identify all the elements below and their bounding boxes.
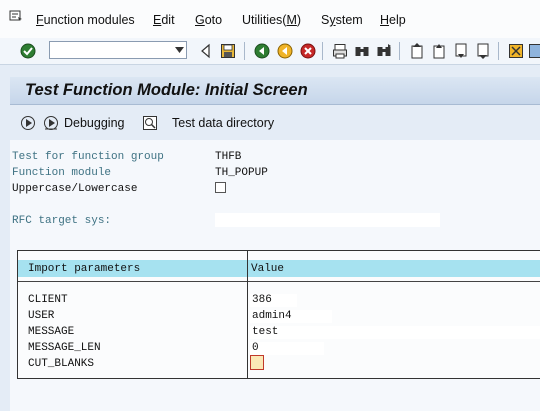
param-name-user: USER — [28, 310, 55, 322]
test-data-directory-label: Test data directory — [172, 116, 275, 130]
save-icon[interactable] — [220, 43, 236, 59]
cancel-icon[interactable] — [300, 43, 316, 59]
main-content: Test for function group THFB Function mo… — [10, 140, 540, 411]
test-data-icon — [143, 116, 157, 130]
title-bar: Test Function Module: Initial Screen — [10, 77, 540, 105]
command-field[interactable] — [49, 41, 187, 59]
header-import-parameters: Import parameters — [28, 263, 141, 275]
layout-menu-icon[interactable] — [528, 43, 540, 59]
debug-icon — [44, 116, 58, 130]
param-value-message[interactable]: test — [250, 326, 540, 339]
param-value-cut-blanks[interactable] — [250, 355, 264, 370]
rfc-target-label: RFC target sys: — [12, 215, 112, 227]
header-value: Value — [251, 263, 285, 275]
execute-icon — [21, 116, 35, 130]
test-data-directory-button[interactable]: Test data directory — [142, 114, 282, 132]
title-gap — [0, 65, 540, 77]
create-session-icon[interactable] — [508, 43, 524, 59]
system-menu-icon[interactable] — [9, 10, 23, 22]
param-name-cut-blanks: CUT_BLANKS — [28, 358, 95, 370]
table-header: Import parameters Value — [18, 260, 540, 277]
standard-toolbar — [0, 38, 540, 65]
find-icon[interactable] — [354, 43, 370, 59]
next-page-icon[interactable] — [453, 43, 469, 59]
menu-help[interactable]: Help — [380, 13, 406, 27]
application-toolbar: Debugging Test data directory — [10, 105, 540, 140]
column-divider — [247, 251, 248, 378]
exit-icon[interactable] — [277, 43, 293, 59]
function-group-value: THFB — [215, 151, 242, 163]
debugging-label: Debugging — [64, 116, 125, 130]
find-next-icon[interactable] — [376, 43, 392, 59]
menu-system[interactable]: System — [321, 13, 363, 27]
back-arrow-icon[interactable] — [198, 43, 214, 59]
menu-utilities[interactable]: Utilities(M) — [242, 13, 301, 27]
toolbar-separator — [244, 42, 245, 60]
toolbar-separator — [399, 42, 400, 60]
uppercase-lowercase-label: Uppercase/Lowercase — [12, 183, 138, 195]
debugging-button[interactable]: Debugging — [20, 114, 135, 132]
param-value-client[interactable]: 386 — [250, 294, 297, 307]
menu-function-modules[interactable]: Function modules — [36, 13, 135, 27]
import-parameters-table: Import parameters Value CLIENT 386 USER … — [17, 250, 540, 379]
first-page-icon[interactable] — [409, 43, 425, 59]
page-title: Test Function Module: Initial Screen — [25, 81, 308, 99]
param-value-user[interactable]: admin4 — [250, 310, 332, 323]
function-module-value: TH_POPUP — [215, 167, 268, 179]
previous-page-icon[interactable] — [431, 43, 447, 59]
enter-icon[interactable] — [20, 43, 36, 59]
uppercase-lowercase-checkbox[interactable] — [215, 182, 226, 193]
param-name-client: CLIENT — [28, 294, 68, 306]
param-name-message: MESSAGE — [28, 326, 75, 338]
toolbar-separator — [322, 42, 323, 60]
menu-bar: Function modules Edit Goto Utilities(M) … — [0, 0, 540, 39]
function-group-label: Test for function group — [12, 151, 164, 163]
back-green-icon[interactable] — [254, 43, 270, 59]
param-value-message-len[interactable]: 0 — [250, 342, 324, 355]
header-separator — [18, 281, 540, 282]
rfc-target-input[interactable] — [215, 213, 440, 227]
print-icon[interactable] — [332, 43, 348, 59]
menu-goto[interactable]: Goto — [195, 13, 222, 27]
last-page-icon[interactable] — [475, 43, 491, 59]
param-name-message-len: MESSAGE_LEN — [28, 342, 101, 354]
toolbar-separator — [498, 42, 499, 60]
menu-edit[interactable]: Edit — [153, 13, 175, 27]
function-module-label: Function module — [12, 167, 112, 179]
chevron-down-icon[interactable] — [175, 47, 184, 53]
